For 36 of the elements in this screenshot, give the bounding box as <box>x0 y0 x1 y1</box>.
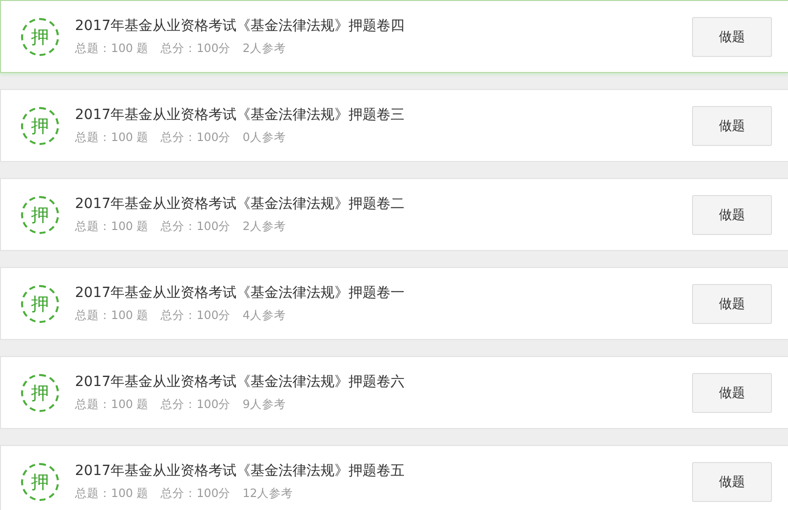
seal-badge: 押 <box>21 196 59 234</box>
start-button[interactable]: 做题 <box>692 284 772 324</box>
question-count: 总题：100 题 <box>75 41 149 56</box>
total-score: 总分：100分 <box>160 486 231 501</box>
question-count: 总题：100 题 <box>75 219 149 234</box>
seal-badge: 押 <box>21 462 59 500</box>
seal-badge: 押 <box>21 374 59 412</box>
start-button[interactable]: 做题 <box>692 16 772 56</box>
seal-badge: 押 <box>21 18 59 56</box>
total-score: 总分：100分 <box>160 130 231 145</box>
start-button[interactable]: 做题 <box>692 372 772 412</box>
start-button[interactable]: 做题 <box>692 462 772 502</box>
start-button[interactable]: 做题 <box>692 106 772 146</box>
total-score: 总分：100分 <box>160 397 231 412</box>
participant-count: 12人参考 <box>242 486 294 501</box>
seal-badge: 押 <box>21 106 59 144</box>
start-button[interactable]: 做题 <box>692 194 772 234</box>
paper-title: 2017年基金从业资格考试《基金法律法规》押题卷一 <box>75 284 406 302</box>
question-count: 总题：100 题 <box>75 308 149 323</box>
participant-count: 2人参考 <box>242 41 286 56</box>
total-score: 总分：100分 <box>160 219 231 234</box>
paper-title: 2017年基金从业资格考试《基金法律法规》押题卷六 <box>75 373 406 391</box>
total-score: 总分：100分 <box>160 41 231 56</box>
seal-badge: 押 <box>21 284 59 322</box>
participant-count: 4人参考 <box>242 308 286 323</box>
question-count: 总题：100 题 <box>75 130 149 145</box>
total-score: 总分：100分 <box>160 308 231 323</box>
question-count: 总题：100 题 <box>75 397 149 412</box>
paper-title: 2017年基金从业资格考试《基金法律法规》押题卷二 <box>75 195 406 213</box>
participant-count: 2人参考 <box>242 219 286 234</box>
paper-title: 2017年基金从业资格考试《基金法律法规》押题卷三 <box>75 106 406 124</box>
question-count: 总题：100 题 <box>75 486 149 501</box>
paper-title: 2017年基金从业资格考试《基金法律法规》押题卷五 <box>75 462 406 480</box>
participant-count: 0人参考 <box>242 130 286 145</box>
participant-count: 9人参考 <box>242 397 286 412</box>
paper-title: 2017年基金从业资格考试《基金法律法规》押题卷四 <box>75 17 406 35</box>
